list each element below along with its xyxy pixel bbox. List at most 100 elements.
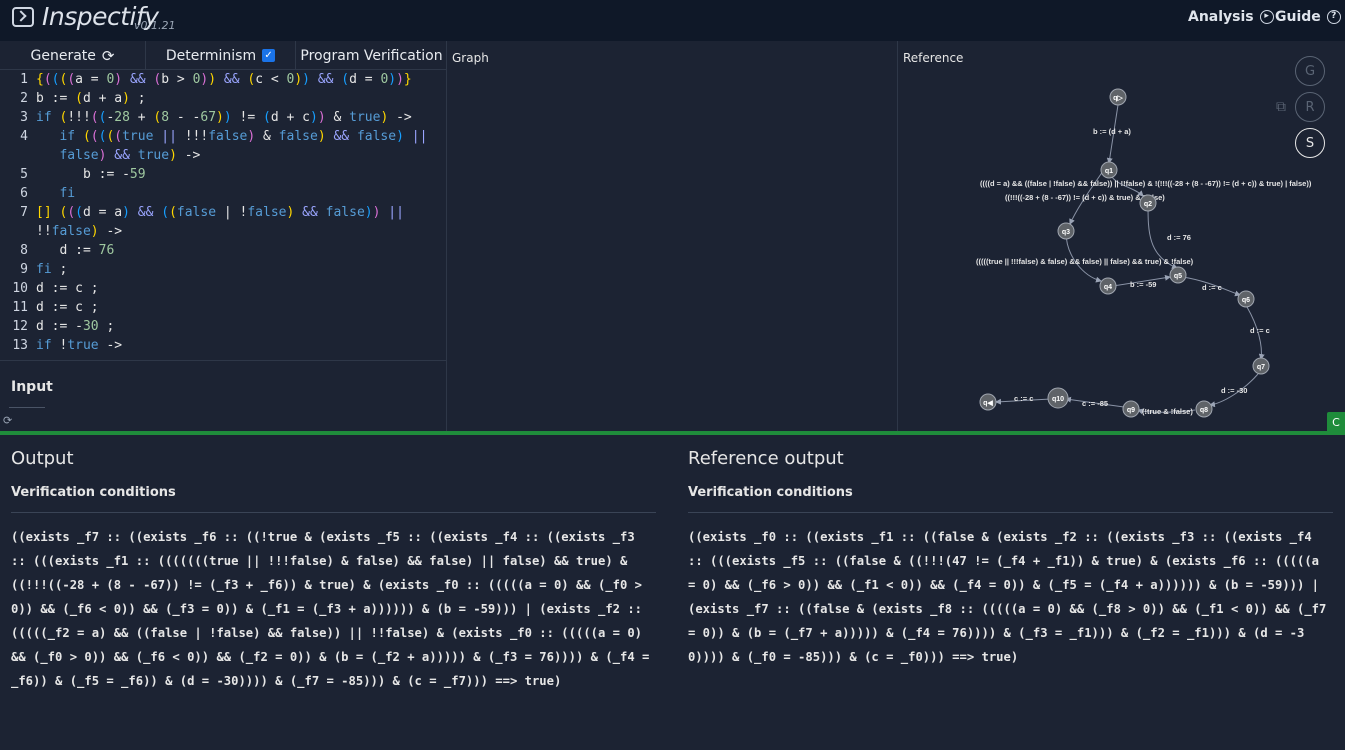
graph-label: Graph bbox=[452, 51, 489, 65]
line-number: 10 bbox=[12, 281, 28, 296]
code-text: d := -30 ; bbox=[36, 319, 115, 334]
line-number: 7 bbox=[20, 205, 28, 220]
code-line[interactable]: 1 {((((a = 0) && (b > 0)) && (c < 0)) && … bbox=[0, 70, 447, 89]
line-number: 3 bbox=[20, 110, 28, 125]
node-label: q6 bbox=[1242, 297, 1250, 304]
line-number bbox=[0, 146, 36, 165]
code-text: false) && true) -> bbox=[59, 148, 201, 163]
line-number: 11 bbox=[12, 300, 28, 315]
edge-label: d := 76 bbox=[1167, 233, 1191, 242]
edge-label: b := -59 bbox=[1130, 280, 1156, 289]
code-line[interactable]: 4 if (((((true || !!!false) & false) && … bbox=[0, 127, 447, 146]
output-divider bbox=[11, 512, 656, 513]
code-line[interactable]: 11 d := c ; bbox=[0, 298, 447, 317]
code-text: d := c ; bbox=[36, 300, 99, 315]
node-label: q2 bbox=[1144, 201, 1152, 208]
nav-analysis-link[interactable]: Analysis ▸ bbox=[1188, 9, 1274, 25]
node-label: q8 bbox=[1200, 407, 1208, 414]
node-label: q▷ bbox=[1113, 95, 1123, 102]
code-text: d := 76 bbox=[36, 243, 115, 258]
input-panel: Input ⟳ bbox=[0, 360, 447, 432]
line-number: 13 bbox=[12, 338, 28, 353]
line-number: 2 bbox=[20, 91, 28, 106]
line-number: 1 bbox=[20, 72, 28, 87]
output-title: Output bbox=[11, 448, 74, 469]
output-vc-label: Verification conditions bbox=[11, 485, 176, 500]
graph-pane[interactable]: Graph bbox=[447, 41, 898, 431]
code-line[interactable]: 12 d := -30 ; bbox=[0, 317, 447, 336]
code-text: if (!!!((-28 + (8 - -67)) != (d + c)) & … bbox=[36, 110, 412, 125]
code-text: if !true -> bbox=[36, 338, 123, 353]
code-text: fi bbox=[59, 186, 76, 201]
edge-label: d := c bbox=[1250, 326, 1270, 335]
node-label: q9 bbox=[1127, 407, 1135, 414]
code-line[interactable]: 10 d := c ; bbox=[0, 279, 447, 298]
output-vc-text: ((exists _f7 :: ((exists _f6 :: ((!true … bbox=[11, 530, 650, 688]
nav-guide-link[interactable]: Guide ? bbox=[1275, 9, 1341, 25]
reference-graph[interactable]: b := (d + a) ((((d = a) && ((false | !fa… bbox=[898, 41, 1345, 431]
edge-label: (!true & !false) bbox=[1142, 407, 1193, 416]
editor-tabs: Generate ⟳ Determinism ✓ Program Verific… bbox=[0, 41, 447, 70]
node-label: q7 bbox=[1257, 364, 1265, 371]
code-line[interactable]: 9 fi ; bbox=[0, 260, 447, 279]
code-text: if (((((true || !!!false) & false) && fa… bbox=[59, 129, 428, 144]
tab-determinism[interactable]: Determinism ✓ bbox=[146, 41, 296, 70]
top-navbar: Inspectify v0.1.21 Analysis ▸ Guide ? bbox=[0, 0, 1345, 41]
line-number: 5 bbox=[20, 167, 28, 182]
edge-label: ((((d = a) && ((false | !false) && false… bbox=[980, 179, 1312, 188]
code-text: b := -59 bbox=[36, 167, 146, 182]
tab-program-verification[interactable]: Program Verification bbox=[296, 41, 447, 70]
code-text: !!false) -> bbox=[36, 224, 123, 239]
node-label: q10 bbox=[1052, 396, 1064, 403]
code-line[interactable]: 13 if !true -> bbox=[0, 336, 447, 355]
reference-output-divider bbox=[688, 512, 1333, 513]
code-line[interactable]: false) && true) -> bbox=[0, 146, 447, 165]
edge-label: c := c bbox=[1014, 394, 1033, 403]
help-circle-icon: ? bbox=[1326, 10, 1341, 24]
code-line[interactable]: 5 b := -59 bbox=[0, 165, 447, 184]
code-line[interactable]: !!false) -> bbox=[0, 222, 447, 241]
tab-determinism-label: Determinism bbox=[165, 47, 257, 64]
line-number: 12 bbox=[12, 319, 28, 334]
reference-pane[interactable]: Reference ⧉ G R S b := (d + a) ((((d = a… bbox=[898, 41, 1345, 431]
node-label: q3 bbox=[1062, 229, 1070, 236]
node-label: q◀ bbox=[983, 400, 993, 407]
output-pane: Output Verification conditions ((exists … bbox=[0, 435, 1345, 750]
reference-vc-text: ((exists _f0 :: ((exists _f1 :: ((false … bbox=[688, 530, 1327, 664]
tab-generate-label: Generate bbox=[30, 47, 96, 64]
tab-program-verification-label: Program Verification bbox=[300, 47, 443, 64]
node-label: q5 bbox=[1174, 273, 1182, 280]
app-version: v0.1.21 bbox=[134, 19, 176, 32]
code-text: {((((a = 0) && (b > 0)) && (c < 0)) && (… bbox=[36, 72, 412, 87]
play-circle-icon: ▸ bbox=[1259, 10, 1274, 24]
node-label: q4 bbox=[1104, 284, 1112, 291]
node-label: q1 bbox=[1105, 168, 1113, 175]
nav-guide-label: Guide bbox=[1275, 9, 1321, 25]
code-text: [] (((d = a) && ((false | !false) && fal… bbox=[36, 205, 404, 220]
line-number bbox=[0, 222, 36, 241]
line-number: 9 bbox=[20, 262, 28, 277]
code-line[interactable]: 2 b := (d + a) ; bbox=[0, 89, 447, 108]
reference-output-title: Reference output bbox=[688, 448, 844, 469]
code-editor[interactable]: 1 {((((a = 0) && (b > 0)) && (c < 0)) && … bbox=[0, 70, 447, 360]
code-text: b := (d + a) ; bbox=[36, 91, 146, 106]
edge-label: d := -30 bbox=[1221, 386, 1247, 395]
code-line[interactable]: 8 d := 76 bbox=[0, 241, 447, 260]
code-line[interactable]: 7 [] (((d = a) && ((false | !false) && fa… bbox=[0, 203, 447, 222]
code-text: fi ; bbox=[36, 262, 68, 277]
code-line[interactable]: 6 fi bbox=[0, 184, 447, 203]
refresh-icon: ⟳ bbox=[101, 46, 115, 65]
terminal-logo-icon bbox=[12, 7, 34, 27]
code-line[interactable]: 3 if (!!!((-28 + (8 - -67)) != (d + c)) &… bbox=[0, 108, 447, 127]
reference-vc-label: Verification conditions bbox=[688, 485, 853, 500]
graph-c-button[interactable]: C bbox=[1327, 412, 1345, 433]
edge-label: d := c bbox=[1202, 283, 1222, 292]
tab-generate[interactable]: Generate ⟳ bbox=[0, 41, 146, 70]
determinism-checkbox[interactable]: ✓ bbox=[262, 49, 276, 62]
edge-label: b := (d + a) bbox=[1093, 127, 1131, 136]
input-refresh-icon[interactable]: ⟳ bbox=[3, 414, 12, 427]
edge-label: (((((true || !!!false) & false) && false… bbox=[976, 257, 1194, 266]
code-text: d := c ; bbox=[36, 281, 99, 296]
line-number: 8 bbox=[20, 243, 28, 258]
input-underline bbox=[9, 407, 45, 408]
